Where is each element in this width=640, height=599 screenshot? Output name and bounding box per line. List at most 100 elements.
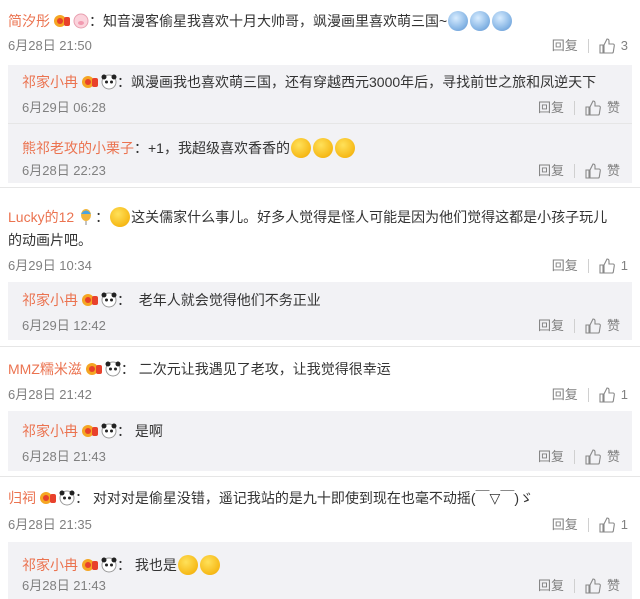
- panda-avatar-icon: [101, 74, 117, 90]
- shy-face-emoji-icon: [199, 555, 220, 575]
- divider: [573, 319, 575, 333]
- like-button[interactable]: 赞: [585, 160, 620, 182]
- like-button[interactable]: 1: [599, 514, 628, 536]
- comment-content: 归祠： 对对对是偷星没错，遥记我站的是九十即使到现在也毫不动摇(￣▽￣)ゞ: [8, 490, 533, 506]
- reply-time: 6月29日 12:42: [22, 318, 106, 333]
- reply-actions: 回复 赞: [538, 97, 620, 119]
- reply-button[interactable]: 回复: [538, 160, 564, 182]
- comment-content: 简汐彤 ：知音漫客偷星我喜欢十月大帅哥，飒漫画里喜欢萌三国~: [8, 6, 632, 32]
- comment-actions: 回复 1: [552, 514, 628, 536]
- username-link[interactable]: MMZ糯米滋: [8, 361, 82, 377]
- reply-item: 熊祁老攻的小栗子：+1，我超级喜欢香香的 6月28日 22:23 回复 赞: [8, 123, 632, 183]
- like-button[interactable]: 赞: [585, 97, 620, 119]
- divider: [587, 39, 589, 53]
- thumbs-up-icon: [585, 163, 601, 179]
- username-link[interactable]: 简汐彤: [8, 13, 50, 29]
- thumbs-up-icon: [585, 318, 601, 334]
- panda-avatar-icon: [101, 292, 117, 308]
- reply-content: 祁家小冉 ：飒漫画我也喜欢萌三国，还有穿越西元3000年后，寻找前世之旅和凤逆天下: [22, 74, 597, 90]
- like-label: 赞: [606, 578, 620, 593]
- reply-time: 6月29日 06:28: [22, 100, 106, 115]
- reply-item: 祁家小冉： 是啊 6月28日 21:43 回复 赞: [8, 411, 632, 471]
- reply-button[interactable]: 回复: [538, 97, 564, 119]
- thumbs-up-icon: [599, 38, 615, 54]
- username-link[interactable]: Lucky的12: [8, 209, 74, 225]
- crying-face-emoji-icon: [448, 11, 469, 31]
- reply-button[interactable]: 回复: [538, 315, 564, 337]
- comment-item: MMZ糯米滋： 二次元让我遇见了老攻，让我觉得很幸运 6月28日 21:42 回…: [0, 346, 640, 410]
- reply-content: 祁家小冉： 我也是: [22, 550, 624, 576]
- comment-text: 知音漫客偷星我喜欢十月大帅哥，飒漫画里喜欢萌三国~: [103, 13, 448, 29]
- reply-button[interactable]: 回复: [552, 255, 578, 277]
- like-button[interactable]: 赞: [585, 575, 620, 597]
- reply-text: 是啊: [134, 423, 163, 439]
- vip-badge-icon: [53, 13, 71, 29]
- reply-actions: 回复 赞: [538, 446, 620, 468]
- divider: [573, 450, 575, 464]
- reply-text: +1，我超级喜欢香香的: [148, 140, 290, 156]
- like-button[interactable]: 1: [599, 255, 628, 277]
- like-button[interactable]: 赞: [585, 315, 620, 337]
- username-link[interactable]: 祁家小冉: [22, 292, 78, 308]
- like-count: 1: [620, 387, 628, 402]
- kiss-face-emoji-icon: [290, 138, 311, 158]
- reply-button[interactable]: 回复: [538, 446, 564, 468]
- reply-actions: 回复 赞: [538, 575, 620, 597]
- like-label: 赞: [606, 449, 620, 464]
- reply-button[interactable]: 回复: [552, 514, 578, 536]
- username-link[interactable]: 祁家小冉: [22, 557, 78, 573]
- comment-content-line2: 的动画片吧。: [8, 229, 632, 251]
- reply-content: 熊祁老攻的小栗子：+1，我超级喜欢香香的: [22, 133, 624, 159]
- comment-item: Lucky的12：这关儒家什么事儿。好多人觉得是怪人可能是因为他们觉得这都是小孩…: [0, 187, 640, 279]
- reply-time: 6月28日 22:23: [22, 163, 106, 178]
- reply-time: 6月28日 21:43: [22, 578, 106, 593]
- thumbs-up-icon: [585, 449, 601, 465]
- username-link[interactable]: 祁家小冉: [22, 74, 78, 90]
- divider: [587, 259, 589, 273]
- reply-button[interactable]: 回复: [552, 35, 578, 57]
- comment-actions: 回复 3: [552, 35, 628, 57]
- reply-actions: 回复 赞: [538, 160, 620, 182]
- vip-badge-icon: [85, 361, 103, 377]
- divider: [573, 164, 575, 178]
- divider: [587, 388, 589, 402]
- reply-button[interactable]: 回复: [538, 575, 564, 597]
- pig-avatar-icon: [73, 13, 89, 29]
- thumbs-up-icon: [599, 387, 615, 403]
- panda-avatar-icon: [101, 557, 117, 573]
- reply-text: 飒漫画我也喜欢萌三国，还有穿越西元3000年后，寻找前世之旅和凤逆天下: [131, 74, 597, 90]
- username-link[interactable]: 归祠: [8, 490, 36, 506]
- comment-actions: 回复 1: [552, 255, 628, 277]
- divider: [573, 579, 575, 593]
- comment-item: 归祠： 对对对是偷星没错，遥记我站的是九十即使到现在也毫不动摇(￣▽￣)ゞ 6月…: [0, 476, 640, 540]
- divider: [573, 101, 575, 115]
- kiss-face-emoji-icon: [312, 138, 333, 158]
- panda-avatar-icon: [105, 361, 121, 377]
- panda-avatar-icon: [101, 423, 117, 439]
- comment-time: 6月28日 21:50: [8, 38, 92, 53]
- reply-text: 我也是: [134, 557, 177, 573]
- laughing-face-emoji-icon: [110, 207, 131, 227]
- reply-content: 祁家小冉： 老年人就会觉得他们不务正业: [22, 292, 321, 308]
- comment-text: 这关儒家什么事儿。好多人觉得是怪人可能是因为他们觉得这都是小孩子玩儿: [131, 209, 608, 225]
- like-label: 赞: [606, 318, 620, 333]
- divider: [587, 518, 589, 532]
- like-count: 1: [620, 517, 628, 532]
- vip-badge-icon: [81, 423, 99, 439]
- reply-text: 老年人就会觉得他们不务正业: [138, 292, 321, 308]
- username-link[interactable]: 祁家小冉: [22, 423, 78, 439]
- username-link[interactable]: 熊祁老攻的小栗子: [22, 140, 134, 156]
- like-label: 赞: [606, 100, 620, 115]
- comment-text: 二次元让我遇见了老攻，让我觉得很幸运: [138, 361, 391, 377]
- reply-content: 祁家小冉： 是啊: [22, 423, 163, 439]
- like-count: 1: [620, 258, 628, 273]
- panda-avatar-icon: [59, 490, 75, 506]
- reply-button[interactable]: 回复: [552, 384, 578, 406]
- vip-badge-icon: [81, 557, 99, 573]
- comment-time: 6月28日 21:42: [8, 387, 92, 402]
- comment-time: 6月29日 10:34: [8, 258, 92, 273]
- like-button[interactable]: 赞: [585, 446, 620, 468]
- like-button[interactable]: 1: [599, 384, 628, 406]
- shy-face-emoji-icon: [177, 555, 198, 575]
- like-button[interactable]: 3: [599, 35, 628, 57]
